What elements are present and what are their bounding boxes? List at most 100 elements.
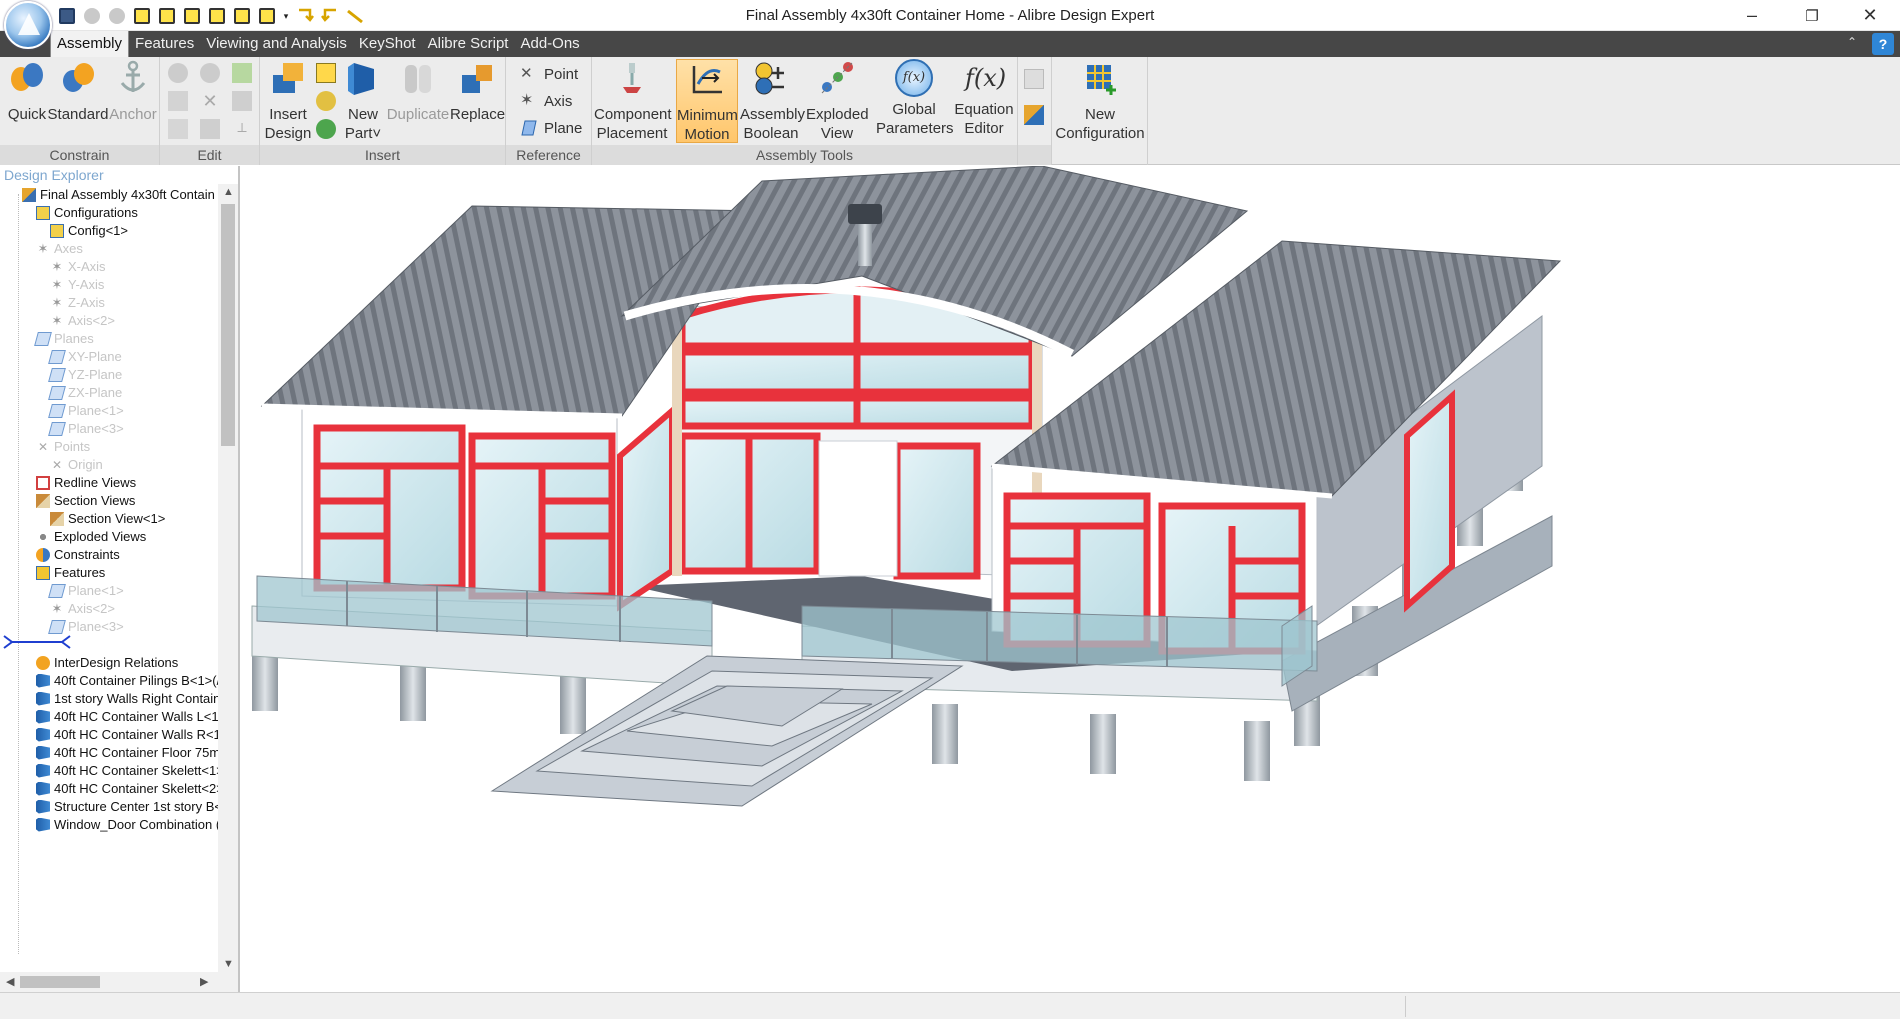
front-door-opening [818,440,898,577]
delete-icon[interactable]: ✕ [200,91,220,111]
vertical-scrollbar[interactable]: ▲ ▼ [218,184,238,972]
global-parameters-label-2: Parameters [876,120,954,137]
group-extra-tools [1018,57,1052,165]
minimize-button[interactable]: – [1724,0,1780,31]
function-icon: f(x) [965,64,1007,92]
gear-icon[interactable] [316,119,336,139]
component-icon[interactable] [1024,105,1044,125]
design-explorer-title: Design Explorer [4,167,104,183]
anchor-button[interactable]: Anchor [108,59,158,143]
edit-tool-icon[interactable] [232,91,252,111]
edit-tool-icon[interactable] [168,63,188,83]
replace-icon [462,65,492,93]
close-button[interactable]: ✕ [1842,0,1898,31]
equation-editor-label-2: Editor [964,120,1004,137]
redo-icon[interactable] [106,5,128,27]
cube-icon[interactable] [131,5,153,27]
edit-tool-icon[interactable] [232,63,252,83]
tab-keyshot[interactable]: KeyShot [353,31,422,57]
pen-icon[interactable] [344,5,366,27]
standard-constrain-button[interactable]: Standard [46,59,110,143]
tab-viewing-and-analysis[interactable]: Viewing and Analysis [200,31,353,57]
scroll-up-icon[interactable]: ▲ [223,186,234,198]
global-parameters-button[interactable]: f(x) Global Parameters [876,59,954,143]
horizontal-scrollbar[interactable]: ◀ ▶ [0,972,238,992]
house-model-render [251,166,1562,807]
document-icon[interactable] [168,91,188,111]
quick-label: Quick [7,106,47,123]
arrow-icon[interactable] [294,5,316,27]
edit-tool-icon[interactable] [168,119,188,139]
minimum-motion-button[interactable]: Minimum Motion [676,59,738,143]
exploded-view-icon [821,62,853,94]
assembly-boolean-label-1: Assembly [740,106,806,123]
point-button[interactable]: ✕ Point [520,61,578,87]
scroll-thumb[interactable] [20,976,100,988]
section-icon [36,493,50,508]
edit-tool-icon[interactable]: ⟂ [232,119,252,139]
assembly-boolean-button[interactable]: Assembly Boolean [740,59,806,143]
insert-design-button[interactable]: Insert Design [262,59,314,143]
global-parameters-icon: f(x) [895,59,933,97]
ribbon-collapse-icon[interactable]: ⌃ [1844,35,1860,51]
extra-tools-group-label [1018,145,1051,165]
plane-button[interactable]: Plane [520,115,582,141]
equation-editor-button[interactable]: f(x) Equation Editor [952,59,1016,143]
tab-assembly[interactable]: Assembly [50,31,130,57]
scroll-right-icon[interactable]: ▶ [200,975,208,988]
cube-icon[interactable] [156,5,178,27]
point-icon: ✕ [51,457,63,472]
cube-icon[interactable] [181,5,203,27]
axis-button[interactable]: ✶ Axis [520,88,572,114]
point-icon: ✕ [37,439,49,454]
replace-button[interactable]: Replace [450,59,505,143]
axis-icon: ✶ [51,276,63,292]
cube-icon[interactable] [256,5,278,27]
status-bar [0,992,1900,1019]
lock-icon[interactable] [1024,69,1044,89]
plane-icon [48,385,66,400]
tab-alibre-script[interactable]: Alibre Script [422,31,515,57]
design-tree: Final Assembly 4x30ft Contain Configurati… [0,184,218,972]
scroll-thumb[interactable] [221,204,235,446]
help-button[interactable]: ? [1872,33,1894,55]
new-configuration-icon [1087,65,1116,95]
dropdown-arrow-icon[interactable]: ▾ [281,5,291,27]
scroll-left-icon[interactable]: ◀ [6,975,14,988]
global-parameters-label-1: Global [892,101,936,118]
3d-viewport[interactable] [242,166,1900,992]
app-logo-icon[interactable] [4,1,52,49]
tab-add-ons[interactable]: Add-Ons [514,31,585,57]
axis-icon: ✶ [37,240,49,256]
gear-icon[interactable] [316,91,336,111]
new-part-button[interactable]: New Part˅ [342,59,384,143]
component-placement-button[interactable]: Component Placement [594,59,672,143]
new-part-label-2: Part˅ [344,125,382,142]
restore-button[interactable]: ❐ [1784,0,1840,31]
left-window-frames [313,424,616,600]
group-reference: ✕ Point ✶ Axis Plane Reference [506,57,592,165]
point-icon: ✕ [520,65,533,82]
exploded-icon [36,529,50,544]
undo-icon[interactable] [81,5,103,27]
duplicate-button[interactable]: Duplicate [386,59,450,143]
new-part-label-1: New [347,106,378,123]
edit-tool-icon[interactable] [200,63,220,83]
new-part-icon [348,63,374,95]
tab-features[interactable]: Features [129,31,200,57]
exploded-view-button[interactable]: Exploded View [806,59,869,143]
edit-tool-icon[interactable] [200,119,220,139]
tree-node[interactable]: Window_Door Combination ( [36,814,218,835]
plane-icon [48,421,66,436]
cube-icon[interactable] [206,5,228,27]
ribbon: Quick Standard Anchor Constrain ✕ ⟂ Edit… [0,57,1900,165]
save-icon[interactable] [56,5,78,27]
cube-icon[interactable] [231,5,253,27]
config-icon [36,205,50,220]
arrow-icon[interactable] [319,5,341,27]
quick-constrain-button[interactable]: Quick [4,59,50,143]
assembly-tools-group-label: Assembly Tools [592,145,1017,165]
new-configuration-button[interactable]: New Configuration [1054,59,1146,143]
pattern-icon[interactable] [316,63,336,83]
scroll-down-icon[interactable]: ▼ [223,958,234,970]
